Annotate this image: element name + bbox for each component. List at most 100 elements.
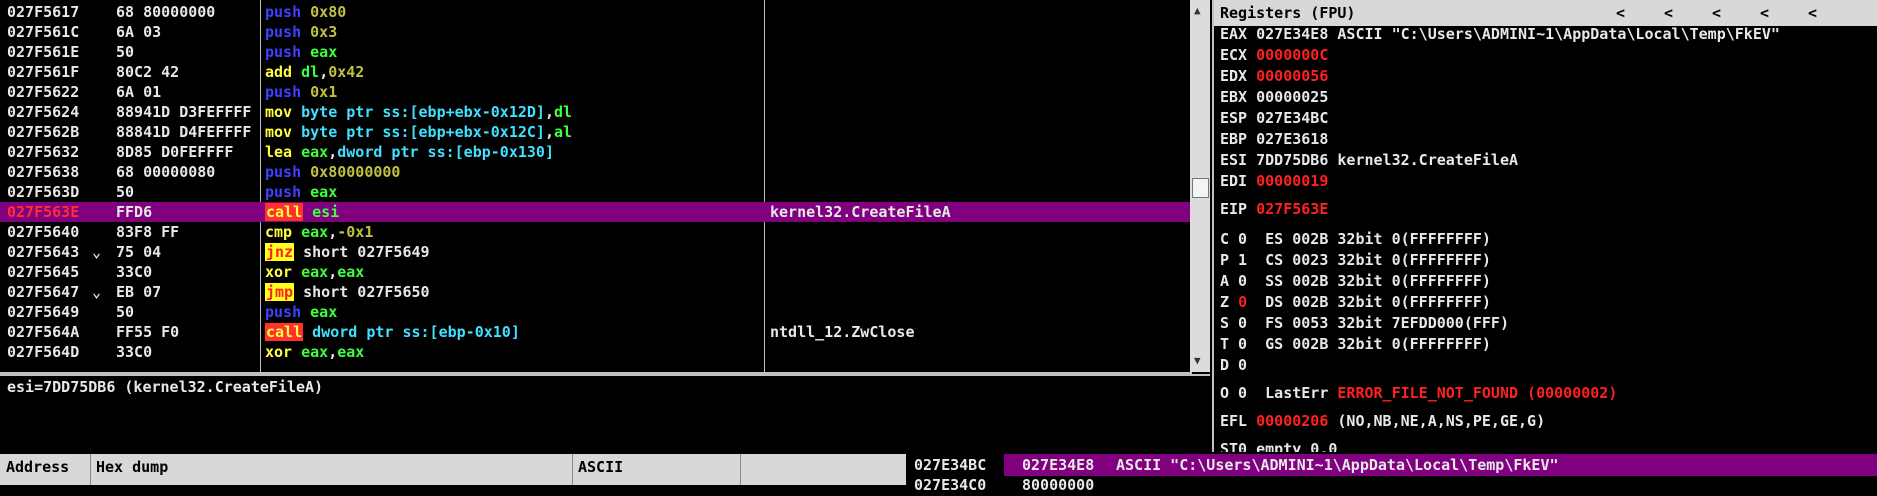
instruction-operand: dword ptr ss:[ebp-0x10]	[312, 323, 520, 341]
register-line[interactable]: P 1 CS 0023 32bit 0(FFFFFFFF)	[1220, 250, 1491, 270]
instruction-bytes: 80C2 42	[116, 63, 180, 81]
chevron-left-icon[interactable]: <	[1808, 0, 1817, 26]
register-value: EDI	[1220, 172, 1257, 190]
instruction-row[interactable]: 027F5643 ⌄ 75 04 jnz short 027F5649	[0, 242, 1190, 262]
instruction-row[interactable]: 027F5622 6A 01 push 0x1	[0, 82, 1190, 102]
stack-address: 027E34C0	[914, 476, 987, 494]
instruction-row[interactable]: 027F564A FF55 F0 call dword ptr ss:[ebp-0x…	[0, 322, 1190, 342]
instruction-text: push 0x3	[265, 22, 759, 42]
chevron-left-icon[interactable]: <	[1760, 0, 1769, 26]
register-line[interactable]: ESI 7DD75DB6 kernel32.CreateFileA	[1220, 150, 1518, 170]
instruction-address: 027F5638	[7, 163, 80, 181]
instruction-row[interactable]: 027F563D 50 push eax	[0, 182, 1190, 202]
register-line[interactable]: C 0 ES 002B 32bit 0(FFFFFFFF)	[1220, 229, 1491, 249]
info-line: esi=7DD75DB6 (kernel32.CreateFileA)	[7, 378, 324, 396]
register-value: 027F563E	[1256, 200, 1329, 218]
register-line[interactable]: EFL 00000206 (NO,NB,NE,A,NS,PE,GE,G)	[1220, 411, 1545, 431]
column-header-address[interactable]: Address	[6, 458, 69, 476]
instruction-row[interactable]: 027F562B 88841D D4FEFFFF mov byte ptr ss:[…	[0, 122, 1190, 142]
dump-header[interactable]: Address Hex dump ASCII	[0, 454, 906, 485]
instruction-row[interactable]: 027F561F 80C2 42 add dl,0x42	[0, 62, 1190, 82]
instruction-text: push eax	[265, 42, 759, 62]
chevron-left-icon[interactable]: <	[1712, 0, 1721, 26]
column-header-ascii[interactable]: ASCII	[578, 458, 623, 476]
register-value: T 0 GS 002B 32bit 0(FFFFFFFF)	[1220, 335, 1491, 353]
register-line[interactable]: ECX 0000000C	[1220, 45, 1328, 65]
instruction-row[interactable]: 027F5624 88941D D3FEFFFF mov byte ptr ss:[…	[0, 102, 1190, 122]
disassembly-pane[interactable]: 027F5617 68 80000000 push 0x80 027F561C 6A 0…	[0, 0, 1192, 374]
instruction-address: 027F5645	[7, 263, 80, 281]
instruction-row[interactable]: 027F5645 33C0 xor eax,eax	[0, 262, 1190, 282]
instruction-row[interactable]: 027F564D 33C0 xor eax,eax	[0, 342, 1190, 362]
instruction-mnemonic: push	[265, 23, 302, 41]
instruction-address: 027F562B	[7, 123, 80, 141]
register-line[interactable]: D 0	[1220, 355, 1247, 375]
instruction-mnemonic: push	[265, 43, 302, 61]
register-line[interactable]: ST0 empty 0.0	[1220, 439, 1337, 452]
registers-pane[interactable]: Registers (FPU) < < < < < EAX 027E34E8 A…	[1212, 0, 1877, 452]
instruction-mnemonic: push	[265, 183, 302, 201]
instruction-operand: eax	[337, 263, 365, 281]
register-value: S 0 FS 0053 32bit 7EFDD000(FFF)	[1220, 314, 1509, 332]
stack-pane[interactable]: 027E34BC 027E34E8 ASCII "C:\Users\ADMINI…	[906, 454, 1877, 494]
instruction-row[interactable]: 027F5647 ⌄ EB 07 jmp short 027F5650	[0, 282, 1190, 302]
registers-header[interactable]: Registers (FPU) < < < < <	[1214, 0, 1877, 26]
scroll-down-icon[interactable]: ▼	[1194, 354, 1201, 367]
instruction-row[interactable]: 027F5632 8D85 D0FEFFFF lea eax,dword ptr s…	[0, 142, 1190, 162]
instruction-text: mov byte ptr ss:[ebp+ebx-0x12D],dl	[265, 102, 759, 122]
instruction-row[interactable]: 027F561E 50 push eax	[0, 42, 1190, 62]
register-line[interactable]: EAX 027E34E8 ASCII "C:\Users\ADMINI~1\Ap…	[1220, 24, 1780, 44]
register-line[interactable]: ESP 027E34BC	[1220, 108, 1328, 128]
chevron-left-icon[interactable]: <	[1616, 0, 1625, 26]
instruction-address: 027F5649	[7, 303, 80, 321]
register-value: C 0 ES 002B 32bit 0(FFFFFFFF)	[1220, 230, 1491, 248]
register-value: 00000206	[1256, 412, 1329, 430]
instruction-row[interactable]: 027F5638 68 00000080 push 0x80000000	[0, 162, 1190, 182]
register-value: A 0 SS 002B 32bit 0(FFFFFFFF)	[1220, 272, 1491, 290]
stack-value: 80000000	[1022, 476, 1095, 494]
register-value: DS 002B 32bit 0(FFFFFFFF)	[1247, 293, 1491, 311]
instruction-text: push 0x80000000	[265, 162, 759, 182]
instruction-row[interactable]: 027F5649 50 push eax	[0, 302, 1190, 322]
register-line[interactable]: EBP 027E3618	[1220, 129, 1328, 149]
instruction-bytes: 33C0	[116, 263, 153, 281]
instruction-bytes: 88841D D4FEFFFF	[116, 123, 252, 141]
disassembly-scrollbar[interactable]: ▲ ▼	[1190, 0, 1210, 372]
instruction-row[interactable]: 027F5640 83F8 FF cmp eax,-0x1	[0, 222, 1190, 242]
register-line[interactable]: EBX 00000025	[1220, 87, 1328, 107]
register-line[interactable]: T 0 GS 002B 32bit 0(FFFFFFFF)	[1220, 334, 1491, 354]
instruction-mnemonic: xor	[265, 343, 293, 361]
instruction-mnemonic: jnz	[265, 243, 295, 261]
register-value: Z	[1220, 293, 1239, 311]
instruction-row[interactable]: 027F5617 68 80000000 push 0x80	[0, 2, 1190, 22]
register-line[interactable]: O 0 LastErr ERROR_FILE_NOT_FOUND (000000…	[1220, 383, 1617, 403]
register-line[interactable]: EDX 00000056	[1220, 66, 1328, 86]
instruction-operand: dword ptr ss:[ebp-0x130]	[337, 143, 554, 161]
instruction-operand: ,	[319, 63, 329, 81]
register-value: 0	[1238, 293, 1248, 311]
instruction-row[interactable]: 027F561C 6A 03 push 0x3	[0, 22, 1190, 42]
instruction-bytes: 50	[116, 183, 135, 201]
register-line[interactable]: EIP 027F563E	[1220, 199, 1328, 219]
instruction-operand: ,	[544, 123, 554, 141]
register-line[interactable]: EDI 00000019	[1220, 171, 1328, 191]
scroll-up-icon[interactable]: ▲	[1194, 4, 1201, 17]
instruction-mnemonic: push	[265, 83, 302, 101]
register-value: EDX	[1220, 67, 1257, 85]
instruction-operand: 0x42	[328, 63, 365, 81]
column-header-hex-dump[interactable]: Hex dump	[96, 458, 168, 476]
instruction-bytes: 75 04	[116, 243, 162, 261]
chevron-left-icon[interactable]: <	[1664, 0, 1673, 26]
register-value: 00000019	[1256, 172, 1329, 190]
instruction-address: 027F5624	[7, 103, 80, 121]
instruction-address: 027F561E	[7, 43, 80, 61]
register-line[interactable]: Z 0 DS 002B 32bit 0(FFFFFFFF)	[1220, 292, 1491, 312]
register-line[interactable]: A 0 SS 002B 32bit 0(FFFFFFFF)	[1220, 271, 1491, 291]
instruction-text: xor eax,eax	[265, 262, 759, 282]
register-value: ERROR_FILE_NOT_FOUND (00000002)	[1337, 384, 1618, 402]
instruction-mnemonic: mov	[265, 123, 293, 141]
instruction-mnemonic: push	[265, 303, 302, 321]
instruction-row[interactable]: 027F563E FFD6 call esi kernel32.CreateFileA	[0, 202, 1190, 222]
scroll-thumb[interactable]	[1192, 178, 1209, 198]
register-line[interactable]: S 0 FS 0053 32bit 7EFDD000(FFF)	[1220, 313, 1509, 333]
